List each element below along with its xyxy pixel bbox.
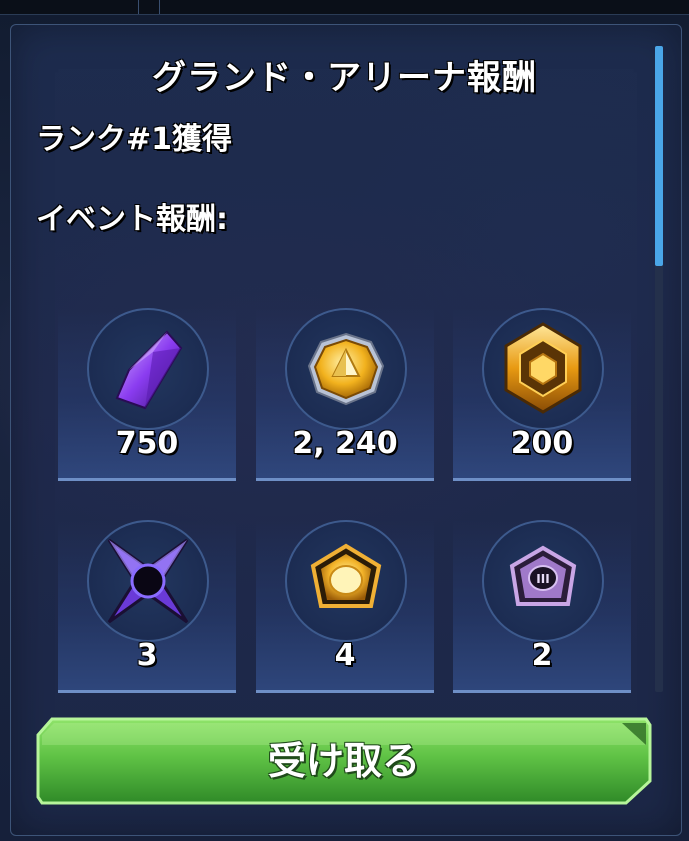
scrollbar-thumb[interactable] <box>655 46 663 266</box>
dialog-title: グランド・アリーナ報酬 <box>152 58 537 98</box>
reward-amount: 2, 240 <box>292 426 398 461</box>
gear-tier-numeral: III <box>536 572 549 586</box>
purple-star-material-icon <box>107 538 189 624</box>
reward-amount: 3 <box>136 638 158 673</box>
gold-gear-material-icon <box>310 543 382 608</box>
top-bar-segment <box>138 0 160 14</box>
reward-card-purple-gear[interactable]: III 2 <box>453 520 631 693</box>
rank-text: ランク#1獲得 <box>36 122 233 157</box>
reward-icon-frame <box>87 520 209 642</box>
gold-coin-icon <box>307 332 385 406</box>
reward-amount: 200 <box>510 426 574 461</box>
reward-icon-frame <box>87 308 209 430</box>
purple-crystal-icon <box>115 330 183 410</box>
gold-hex-token-icon <box>504 322 582 414</box>
reward-card-star-material[interactable]: 3 <box>58 520 236 693</box>
reward-card-coin[interactable]: 2, 240 <box>256 308 434 481</box>
reward-icon-frame: III <box>482 520 604 642</box>
reward-amount: 4 <box>334 638 356 673</box>
reward-icon-frame <box>285 308 407 430</box>
top-bar <box>0 0 689 15</box>
reward-amount: 750 <box>115 426 179 461</box>
event-rewards-label: イベント報酬: <box>36 202 228 237</box>
reward-icon-frame <box>482 308 604 430</box>
purple-gear-material-icon: III <box>509 545 577 606</box>
reward-card-crystal[interactable]: 750 <box>58 308 236 481</box>
claim-button-label: 受け取る <box>267 739 420 783</box>
reward-card-token[interactable]: 200 <box>453 308 631 481</box>
reward-icon-frame <box>285 520 407 642</box>
reward-card-gold-gear[interactable]: 4 <box>256 520 434 693</box>
reward-amount: 2 <box>531 638 553 673</box>
